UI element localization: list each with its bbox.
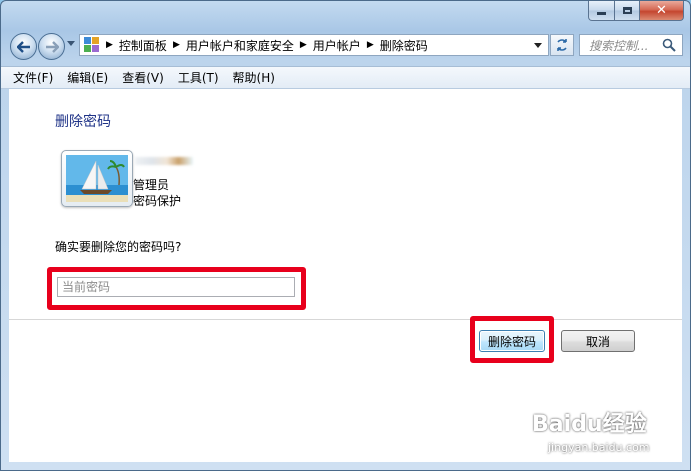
navigation-bar: ▶ 控制面板 ▶ 用户帐户和家庭安全 ▶ 用户帐户 ▶ 删除密码 搜索控制... <box>1 29 690 63</box>
close-button[interactable]: ✕ <box>640 1 684 21</box>
current-password-input[interactable] <box>57 277 295 297</box>
caption-buttons: ✕ <box>588 1 684 21</box>
maximize-button[interactable] <box>615 1 640 21</box>
menu-file[interactable]: 文件(F) <box>7 69 59 86</box>
page-title: 删除密码 <box>55 114 111 130</box>
divider <box>9 319 682 320</box>
minimize-icon <box>597 12 606 15</box>
breadcrumb-remove-password[interactable]: 删除密码 <box>380 37 428 54</box>
back-arrow-icon <box>16 40 30 53</box>
refresh-icon <box>557 39 567 51</box>
forward-arrow-icon <box>45 40 59 53</box>
search-box[interactable]: 搜索控制... <box>579 34 683 56</box>
close-icon: ✕ <box>656 3 667 18</box>
search-icon[interactable] <box>662 38 676 52</box>
user-picture <box>61 150 133 207</box>
user-password-status: 密码保护 <box>133 194 182 208</box>
confirm-question: 确实要删除您的密码吗? <box>55 240 182 254</box>
maximize-icon <box>622 7 632 14</box>
breadcrumb-control-panel[interactable]: 控制面板 <box>119 37 167 54</box>
breadcrumb-separator-icon: ▶ <box>366 40 374 50</box>
breadcrumb-separator-icon: ▶ <box>172 40 180 50</box>
menu-tools[interactable]: 工具(T) <box>172 69 225 86</box>
search-placeholder: 搜索控制... <box>589 38 649 53</box>
menu-help[interactable]: 帮助(H) <box>227 69 281 86</box>
recent-pages-dropdown[interactable] <box>67 41 75 46</box>
watermark-brand: Baidu经验 <box>532 412 647 437</box>
menu-view[interactable]: 查看(V) <box>116 69 170 86</box>
address-bar[interactable]: ▶ 控制面板 ▶ 用户帐户和家庭安全 ▶ 用户帐户 ▶ 删除密码 <box>79 34 549 56</box>
control-panel-icon <box>84 37 100 53</box>
watermark-url: jingyan.baidu.com <box>548 441 650 454</box>
forward-button[interactable] <box>38 33 65 60</box>
menu-bar: 文件(F) 编辑(E) 查看(V) 工具(T) 帮助(H) <box>1 66 690 89</box>
remove-password-button[interactable]: 删除密码 <box>479 330 545 352</box>
user-name-redacted <box>135 157 193 165</box>
breadcrumb-user-accounts[interactable]: 用户帐户 <box>313 37 361 54</box>
minimize-button[interactable] <box>588 1 615 21</box>
user-account-type: 管理员 <box>133 178 170 192</box>
cancel-button[interactable]: 取消 <box>561 330 635 352</box>
breadcrumb-separator-icon: ▶ <box>106 40 113 50</box>
address-history-dropdown-icon[interactable] <box>534 43 542 48</box>
window: ✕ ▶ 控制面板 ▶ 用户帐户和家庭安全 ▶ 用户帐户 ▶ 删除密码 搜索控制.… <box>0 0 691 471</box>
refresh-button[interactable] <box>550 34 574 56</box>
breadcrumb-user-accounts-family-safety[interactable]: 用户帐户和家庭安全 <box>186 37 294 54</box>
menu-edit[interactable]: 编辑(E) <box>61 69 114 86</box>
breadcrumb-separator-icon: ▶ <box>299 40 307 50</box>
sailboat-avatar-icon <box>66 155 128 202</box>
back-button[interactable] <box>10 33 37 60</box>
